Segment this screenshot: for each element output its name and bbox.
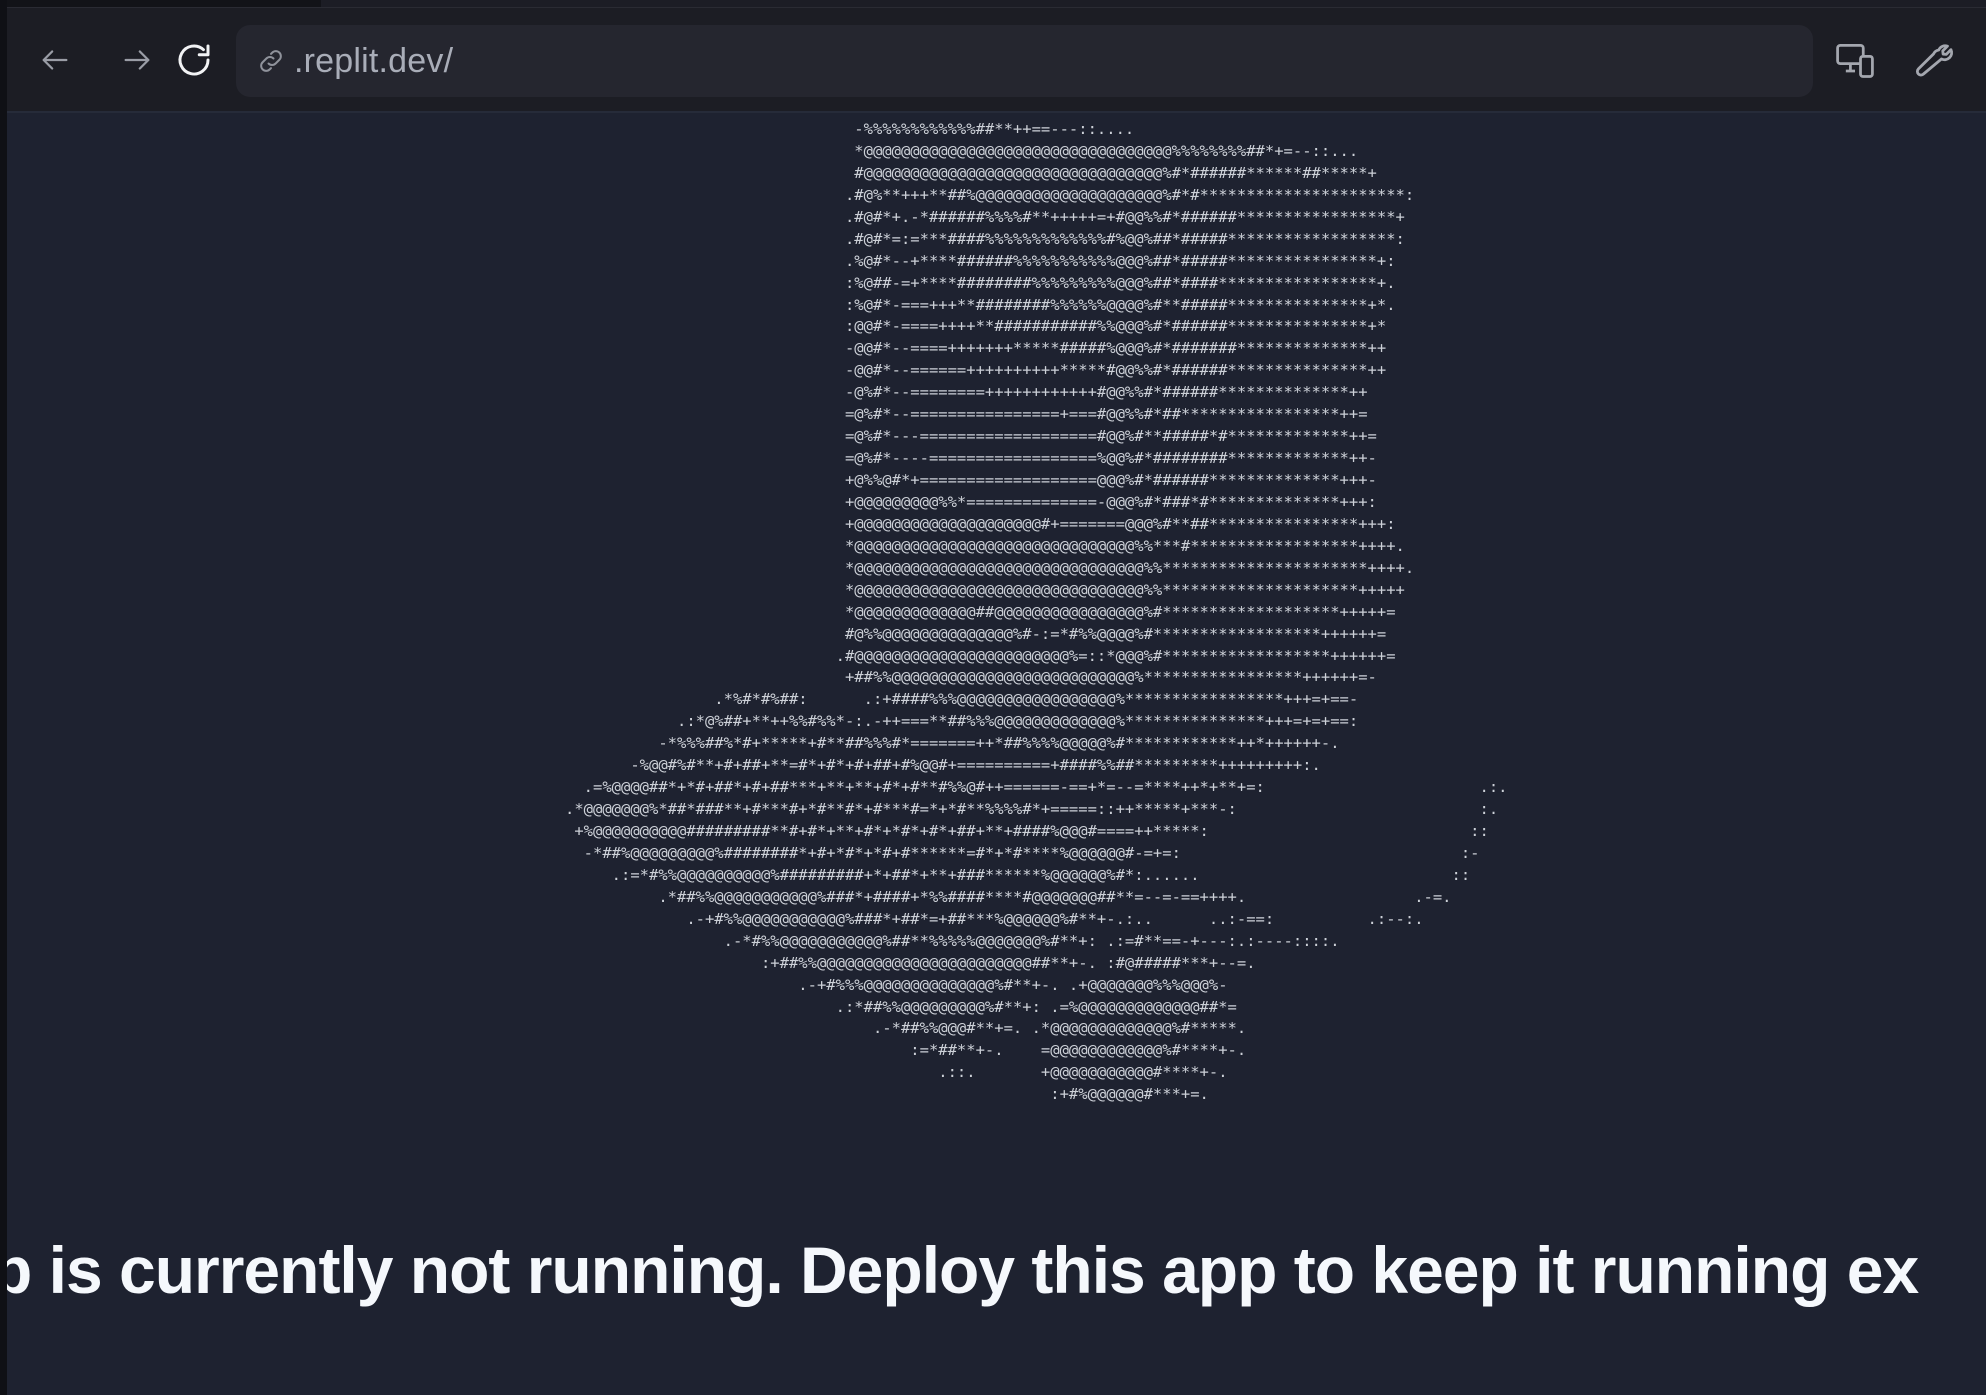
ascii-art-line: #@@@@@@@@@@@@@@@@@@@@@@@@@@@@@@@@%#*####… [565, 163, 1377, 182]
ascii-art-line: .*@@@@@@@%*##*###**+#***#+*#**#*+#***#=*… [565, 799, 1498, 821]
ascii-art-line: *@@@@@@@@@@@@@##@@@@@@@@@@@@@@@@%#******… [565, 602, 1396, 621]
ascii-art-cup-handle: :: [1451, 865, 1471, 884]
ascii-art-line: .:*##%%@@@@@@@@@%#**+: .=%@@@@@@@@@@@@@#… [565, 997, 1237, 1016]
ascii-art-line: +##%%@@@@@@@@@@@@@@@@@@@@@@@@@@%********… [565, 668, 1377, 687]
responsive-view-button[interactable] [1833, 38, 1877, 82]
ascii-art-cup-handle: :- [1460, 843, 1480, 862]
ascii-art-line: =@%#*---===================#@@%#**#####*… [565, 427, 1377, 446]
ascii-art-hand-holding-cup: -%%%%%%%%%%%%##**++==---::.... *@@@@@@@@… [565, 119, 1508, 1106]
ascii-art-line: -@%#*--========++++++++++++#@@%%#*######… [565, 383, 1368, 402]
ascii-art-line: -%@@#%#**+#+##+**=#*+#*+#+##+#%@@#+=====… [565, 756, 1321, 775]
browser-toolbar: .replit.dev/ [7, 8, 1986, 113]
ascii-art-line: +@@@@@@@@@%%*==============-@@@%#*###*#*… [565, 492, 1377, 511]
link-icon [256, 44, 290, 78]
ascii-art-cup-handle: .:. [1479, 778, 1508, 797]
ascii-art-line: -*##%@@@@@@@@@%########*+#+*#*+*#+#*****… [565, 843, 1480, 865]
window-edge [0, 0, 7, 1395]
ascii-art-line: *@@@@@@@@@@@@@@@@@@@@@@@@@@@@@@@%%******… [565, 580, 1405, 599]
responsive-devices-icon [1836, 43, 1874, 78]
ascii-art-line: *@@@@@@@@@@@@@@@@@@@@@@@@@@@@@@@%%******… [565, 558, 1415, 577]
ascii-art-line: +@%%@#*+===================@@@%#*######*… [565, 471, 1377, 489]
ascii-art-line: #@%%@@@@@@@@@@@@@@%#-:=*#%%@@@@%#*******… [565, 624, 1387, 643]
ascii-art-line: .-+#%%%@@@@@@@@@@@@@@%#**+-. .+@@@@@@@%%… [565, 975, 1228, 994]
ascii-art-line: .-*##%%@@@#**+=. .*@@@@@@@@@@@@@%#*****. [565, 1019, 1247, 1038]
ascii-art-line: .%@#*--+****######%%%%%%%%%%%@@@%##*####… [565, 251, 1396, 270]
active-tab[interactable] [7, 0, 321, 7]
ascii-art-line: .-*#%%@@@@@@@@@@@%##**%%%%%@@@@@@@%#**+:… [565, 931, 1340, 950]
ascii-art-line: .*##%%@@@@@@@@@@@%###*+####+*%%####****#… [565, 887, 1451, 909]
ascii-art-line: .:=*#%%@@@@@@@@@@%#########+*+##*+**+###… [565, 865, 1471, 887]
ascii-art-line: .#@#*=:=***####%%%%%%%%%%%%%#%@@%##*####… [565, 229, 1405, 248]
ascii-art-line: :=*##**+-. =@@@@@@@@@@@@%#****+-. [565, 1041, 1247, 1060]
ascii-art-line: *@@@@@@@@@@@@@@@@@@@@@@@@@@@@@@@@@%%%%%%… [565, 141, 1359, 160]
ascii-art-line: +@@@@@@@@@@@@@@@@@@@@#+=======@@@%#**##*… [565, 514, 1396, 533]
wrench-icon [1916, 44, 1953, 77]
ascii-art-line: :%@#*-===+++**########%%%%%%@@@@%#**####… [565, 295, 1396, 314]
ascii-art-line: +%@@@@@@@@@@#########**#+#*+**+#*+*#*+#*… [565, 821, 1489, 843]
ascii-art-line: .=%@@@@##*+*#+##*+#+##***+**+**+#*+#**#%… [565, 777, 1508, 799]
ascii-art-line: -*%%%##%*#+*****+#**##%%%#*=======++*##%… [565, 734, 1340, 753]
ascii-art-line: :@@#*-====++++**###########%%@@@%#*#####… [565, 317, 1387, 336]
reload-button[interactable] [172, 38, 216, 82]
ascii-art-line: =@%#*--================+===#@@%%#*##****… [565, 405, 1368, 424]
devtools-button[interactable] [1912, 38, 1956, 82]
arrow-right-icon [124, 50, 150, 70]
tab-strip [0, 0, 1986, 8]
ascii-art-line: =@%#*----==================%@@%#*#######… [565, 449, 1377, 468]
ascii-art-line: .*%#*#%##: .:+####%%%@@@@@@@@@@@@@@@@@%*… [565, 690, 1359, 709]
ascii-art-cup-handle: .-=. [1414, 887, 1452, 906]
ascii-art-line: .:*@%##+**++%%#%%*-:.-++===**##%%%@@@@@@… [565, 712, 1359, 731]
app-not-running-message: p is currently not running. Deploy this … [0, 1233, 1919, 1307]
ascii-art-line: -@@#*--======++++++++++*****#@@%%#*#####… [565, 361, 1387, 380]
ascii-art-line: :+##%%@@@@@@@@@@@@@@@@@@@@@@@##**+-. :#@… [565, 953, 1256, 972]
ascii-art-line: .-+#%%@@@@@@@@@@@%###*+##*=+##***%@@@@@@… [565, 909, 1423, 931]
address-bar[interactable]: .replit.dev/ [236, 25, 1813, 97]
url-text[interactable]: .replit.dev/ [294, 42, 453, 81]
forward-button[interactable] [115, 38, 159, 82]
ascii-art-cup-handle: :. [1479, 800, 1499, 819]
back-button[interactable] [33, 38, 77, 82]
reload-icon [178, 44, 210, 76]
ascii-art-line: -%%%%%%%%%%%%##**++==---::.... [565, 120, 1135, 138]
ascii-art-cup-handle: :: [1470, 822, 1489, 840]
ascii-art-cup-handle: ..:-==: [1208, 909, 1275, 928]
ascii-art-line: *@@@@@@@@@@@@@@@@@@@@@@@@@@@@@@%%***#***… [565, 536, 1405, 555]
ascii-art-cup-handle: .:--:. [1367, 909, 1424, 928]
ascii-art-line: :%@##-=+****########%%%%%%%%%@@@%##*####… [565, 273, 1396, 292]
ascii-art-line: .::. +@@@@@@@@@@@#****+-. [565, 1063, 1228, 1082]
ascii-art-line: .#@@@@@@@@@@@@@@@@@@@@@@@%=::*@@@%#*****… [565, 646, 1396, 665]
ascii-art-line: -@@#*--====+++++++*****#####%@@@%#*#####… [565, 339, 1387, 358]
arrow-left-icon [42, 50, 68, 70]
ascii-art-line: .#@%**+++**##%@@@@@@@@@@@@@@@@@@@@%#*#**… [565, 185, 1415, 204]
ascii-art-line: .#@#*+.-*######%%%%#**+++++=+#@@%%#*####… [565, 207, 1405, 226]
ascii-art-line: :+#%@@@@@@#***+=. [565, 1085, 1209, 1104]
